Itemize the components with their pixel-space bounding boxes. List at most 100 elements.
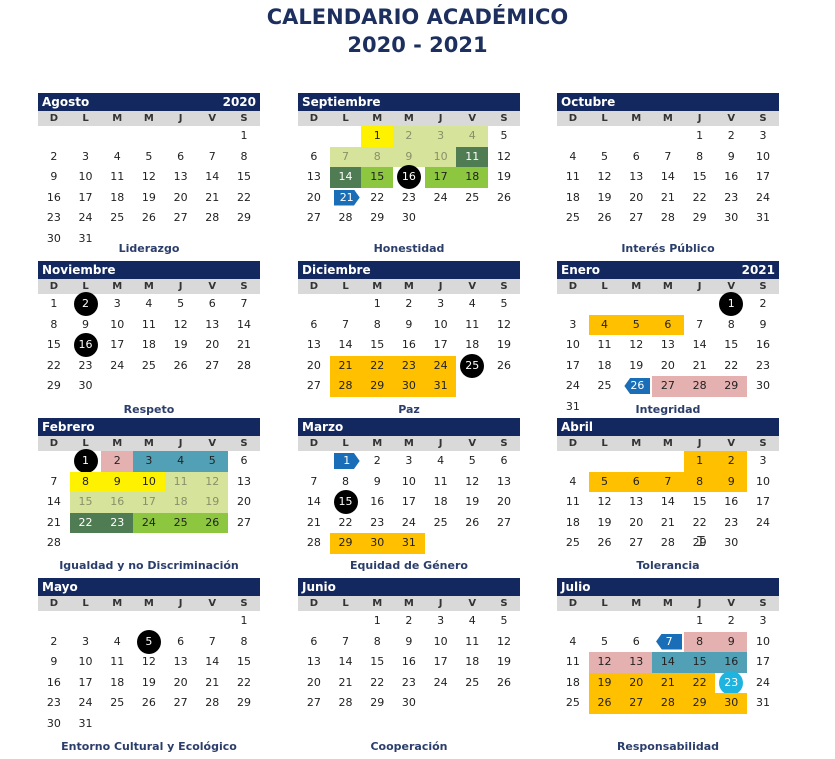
day-cell — [747, 533, 779, 554]
day-cell: 14 — [692, 338, 707, 351]
week-row: 1 2 3 4 5 — [298, 294, 520, 315]
day-cell: 10 — [755, 474, 770, 488]
weekday-header: DLMMJVS — [557, 436, 779, 451]
day-cell: 26 — [196, 512, 229, 533]
day-cell — [557, 126, 589, 147]
month-name: Marzo — [302, 420, 344, 434]
day-cell: 22 — [370, 190, 385, 204]
day-cell: 21 — [236, 338, 251, 351]
week-row: 18 19 20 21 22 23 24 — [557, 513, 779, 534]
day-cell: 22 — [724, 358, 739, 372]
day-cell — [330, 611, 362, 632]
day-cell — [456, 533, 488, 554]
weekday-label: S — [500, 113, 508, 124]
day-cell: 10 — [433, 634, 448, 648]
day-cell: 27 — [306, 211, 321, 224]
day-cell: 11 — [597, 338, 612, 351]
day-cell: 6 — [310, 317, 318, 331]
day-cell: 29 — [370, 211, 385, 224]
day-cell: 15 — [683, 652, 716, 673]
day-cell: 13 — [306, 338, 321, 351]
day-cell: 17 — [78, 675, 93, 689]
weekday-label: S — [759, 598, 767, 609]
weekday-label: V — [727, 598, 736, 609]
day-cell: 3 — [437, 297, 445, 310]
day-cell: 30 — [401, 211, 416, 224]
week-row: 7 8 9 10 11 12 13 — [298, 472, 520, 493]
day-cell: 8 — [696, 149, 704, 163]
month-value-label: Cooperación — [370, 740, 448, 753]
day-cell: 5 — [601, 634, 609, 648]
day-cell — [620, 611, 652, 632]
month-name: Agosto — [42, 95, 90, 109]
day-cell — [652, 294, 684, 315]
day-cell — [196, 533, 228, 554]
week-row: 123 — [557, 451, 779, 472]
week-row: 11 12 13 14 15 16 17 — [557, 652, 779, 673]
day-cell: 27 — [173, 211, 188, 224]
week-row: 27 28 29 30 — [298, 208, 520, 229]
day-cell — [165, 714, 197, 735]
weekday-label: M — [403, 438, 414, 449]
day-cell: 24 — [433, 675, 448, 689]
week-row: 27 28 29 30 31 — [298, 376, 520, 397]
day-cell — [38, 451, 70, 472]
day-cell: 22 — [69, 512, 102, 533]
day-cell: 27 — [496, 515, 511, 529]
month-year: 2020 — [222, 95, 256, 109]
weekday-label: J — [438, 598, 443, 609]
day-cell: 28 — [205, 211, 220, 224]
weekday-header: DLMMJVS — [557, 279, 779, 294]
week-row: 9 10 11 12 13 14 15 — [38, 652, 260, 673]
day-cell: 6 — [310, 149, 318, 163]
week-row: 18 19 20 21 22 23 24 — [557, 188, 779, 209]
day-cell — [298, 451, 330, 472]
day-cell: 13 — [173, 170, 188, 183]
day-cell: 9 — [759, 317, 767, 331]
day-cell — [101, 533, 133, 554]
weekday-label: L — [601, 281, 608, 292]
day-cell: 9 — [727, 149, 735, 163]
day-cell: 6 — [177, 149, 185, 163]
day-cell: 21 — [330, 188, 362, 209]
day-cell: 4 — [456, 126, 489, 147]
day-cell: 18 — [597, 358, 612, 372]
day-cell: 13 — [660, 338, 675, 351]
week-row: 22 23 24 25 26 27 28 — [38, 356, 260, 377]
day-cell: 19 — [141, 190, 156, 204]
day-cell: 15 — [236, 655, 251, 668]
day-cell: 6 — [500, 454, 508, 467]
week-row: 123 — [557, 611, 779, 632]
day-cell: 11 — [565, 170, 580, 183]
day-cell — [101, 126, 133, 147]
weekday-label: M — [372, 598, 383, 609]
week-row: 25 26 27 28 29 30 — [557, 533, 779, 554]
day-cell: 21 — [205, 675, 220, 689]
day-cell: 27 — [306, 696, 321, 709]
day-cell — [228, 714, 260, 735]
weekday-header: DLMMJVS — [298, 279, 520, 294]
month-value-label: Interés Público — [621, 242, 715, 255]
day-cell — [488, 376, 520, 397]
day-cell — [133, 714, 165, 735]
weekday-label: S — [240, 598, 248, 609]
day-cell: 20 — [629, 515, 644, 529]
day-cell — [488, 533, 520, 554]
day-cell: 4 — [468, 614, 476, 627]
day-cell: 18 — [565, 675, 580, 689]
day-cell: 18 — [565, 515, 580, 529]
day-cell: 14 — [205, 655, 220, 668]
day-cell: 3 — [405, 454, 413, 467]
day-cell: 8 — [342, 474, 350, 488]
month-header: Enero 2021 — [557, 261, 779, 279]
day-cell: 22 — [236, 190, 251, 204]
week-row: 28 — [38, 533, 260, 554]
day-cell: 5 — [133, 629, 165, 654]
week-row: 4 5 6 7 8 9 10 — [557, 631, 779, 652]
weekday-label: M — [143, 281, 154, 292]
day-cell: 19 — [597, 190, 612, 204]
week-row: 20 21 22 23 24 25 26 — [298, 188, 520, 209]
day-cell — [165, 376, 197, 397]
day-cell: 12 — [141, 655, 156, 668]
day-cell: 5 — [468, 454, 476, 467]
